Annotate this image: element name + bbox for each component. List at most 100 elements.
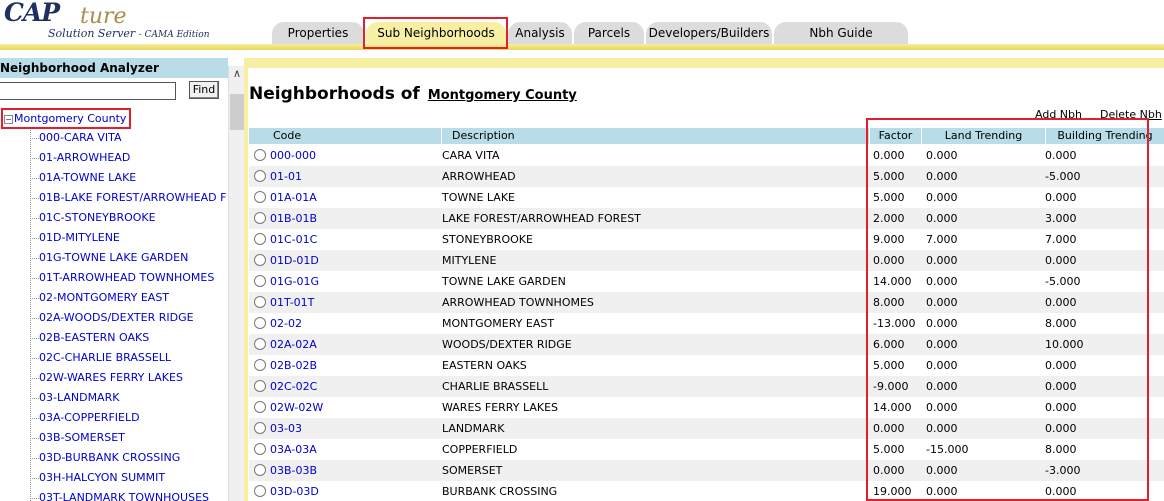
row-radio-button[interactable] xyxy=(254,401,266,413)
tree-item-label[interactable]: 01B-LAKE FOREST/ARROWHEAD F xyxy=(39,191,226,204)
table-row[interactable]: 000-000 CARA VITA 0.000 0.000 0.000 xyxy=(249,145,1164,166)
row-code-link[interactable]: 000-000 xyxy=(270,145,316,166)
row-radio-button[interactable] xyxy=(254,191,266,203)
row-code-link[interactable]: 03A-03A xyxy=(270,439,317,460)
row-radio-button[interactable] xyxy=(254,443,266,455)
col-header-description[interactable]: Description xyxy=(441,128,869,144)
tree-item[interactable]: 01-ARROWHEAD xyxy=(28,148,228,168)
tab-analysis[interactable]: Analysis xyxy=(508,22,572,44)
add-nbh-link[interactable]: Add Nbh xyxy=(1035,108,1082,121)
row-radio-button[interactable] xyxy=(254,233,266,245)
tree-item-label[interactable]: 03H-HALCYON SUMMIT xyxy=(39,471,165,484)
tree-item[interactable]: 03A-COPPERFIELD xyxy=(28,408,228,428)
row-radio-button[interactable] xyxy=(254,380,266,392)
row-radio-button[interactable] xyxy=(254,464,266,476)
table-row[interactable]: 02A-02A WOODS/DEXTER RIDGE 6.000 0.000 10.00… xyxy=(249,334,1164,355)
row-code-link[interactable]: 01T-01T xyxy=(270,292,314,313)
tab-developers-builders[interactable]: Developers/Builders xyxy=(646,22,772,44)
sidebar-scrollbar[interactable]: ∧ xyxy=(228,66,244,501)
col-header-factor[interactable]: Factor xyxy=(869,128,921,144)
tree-item[interactable]: 01D-MITYLENE xyxy=(28,228,228,248)
tree-item-label[interactable]: 01T-ARROWHEAD TOWNHOMES xyxy=(39,271,214,284)
tree-root-label[interactable]: Montgomery County xyxy=(14,112,126,125)
table-row[interactable]: 01D-01D MITYLENE 0.000 0.000 0.000 xyxy=(249,250,1164,271)
row-radio-button[interactable] xyxy=(254,485,266,497)
tree-item-label[interactable]: 01D-MITYLENE xyxy=(39,231,120,244)
tree-item-label[interactable]: 02A-WOODS/DEXTER RIDGE xyxy=(39,311,194,324)
col-header-land-trending[interactable]: Land Trending xyxy=(921,128,1045,144)
table-row[interactable]: 03-03 LANDMARK 0.000 0.000 0.000 xyxy=(249,418,1164,439)
tree-item[interactable]: 01B-LAKE FOREST/ARROWHEAD F xyxy=(28,188,228,208)
table-row[interactable]: 01G-01G TOWNE LAKE GARDEN 14.000 0.000 -5.00… xyxy=(249,271,1164,292)
row-radio-button[interactable] xyxy=(254,338,266,350)
tree-item[interactable]: 02B-EASTERN OAKS xyxy=(28,328,228,348)
tree-item[interactable]: 02W-WARES FERRY LAKES xyxy=(28,368,228,388)
row-code-link[interactable]: 01B-01B xyxy=(270,208,317,229)
row-radio-button[interactable] xyxy=(254,149,266,161)
delete-nbh-link[interactable]: Delete Nbh xyxy=(1100,108,1162,121)
row-radio-button[interactable] xyxy=(254,359,266,371)
tree-item[interactable]: 01G-TOWNE LAKE GARDEN xyxy=(28,248,228,268)
tab-sub-neighborhoods[interactable]: Sub Neighborhoods xyxy=(366,22,506,44)
col-header-code[interactable]: Code xyxy=(249,128,441,144)
tree-item[interactable]: 03D-BURBANK CROSSING xyxy=(28,448,228,468)
tree-item-label[interactable]: 000-CARA VITA xyxy=(39,131,122,144)
table-row[interactable]: 02-02 MONTGOMERY EAST -13.000 0.000 8.000 xyxy=(249,313,1164,334)
row-radio-button[interactable] xyxy=(254,296,266,308)
table-row[interactable]: 02C-02C CHARLIE BRASSELL -9.000 0.000 0.000 xyxy=(249,376,1164,397)
table-row[interactable]: 03A-03A COPPERFIELD 5.000 -15.000 8.000 xyxy=(249,439,1164,460)
tree-item[interactable]: 02-MONTGOMERY EAST xyxy=(28,288,228,308)
scroll-thumb[interactable] xyxy=(230,94,244,130)
table-row[interactable]: 01C-01C STONEYBROOKE 9.000 7.000 7.000 xyxy=(249,229,1164,250)
tree-item-label[interactable]: 01A-TOWNE LAKE xyxy=(39,171,136,184)
table-row[interactable]: 03D-03D BURBANK CROSSING 19.000 0.000 0.000 xyxy=(249,481,1164,501)
row-code-link[interactable]: 02B-02B xyxy=(270,355,317,376)
row-radio-button[interactable] xyxy=(254,275,266,287)
tree-item-label[interactable]: 02W-WARES FERRY LAKES xyxy=(39,371,183,384)
row-code-link[interactable]: 01-01 xyxy=(270,166,302,187)
tree-item-label[interactable]: 01-ARROWHEAD xyxy=(39,151,130,164)
row-code-link[interactable]: 01A-01A xyxy=(270,187,317,208)
tree-item-label[interactable]: 02B-EASTERN OAKS xyxy=(39,331,149,344)
tab-parcels[interactable]: Parcels xyxy=(574,22,644,44)
row-radio-button[interactable] xyxy=(254,170,266,182)
row-radio-button[interactable] xyxy=(254,317,266,329)
row-radio-button[interactable] xyxy=(254,422,266,434)
tree-item-label[interactable]: 01C-STONEYBROOKE xyxy=(39,211,156,224)
find-button[interactable]: Find xyxy=(189,81,219,99)
county-link[interactable]: Montgomery County xyxy=(428,88,577,103)
tab-nbh-guide[interactable]: Nbh Guide xyxy=(774,22,908,44)
table-row[interactable]: 01B-01B LAKE FOREST/ARROWHEAD FOREST 2.000… xyxy=(249,208,1164,229)
tree-item[interactable]: 01A-TOWNE LAKE xyxy=(28,168,228,188)
table-row[interactable]: 02W-02W WARES FERRY LAKES 14.000 0.000 0.000 xyxy=(249,397,1164,418)
row-code-link[interactable]: 02C-02C xyxy=(270,376,317,397)
tree-item[interactable]: 02C-CHARLIE BRASSELL xyxy=(28,348,228,368)
tree-item-label[interactable]: 03T-LANDMARK TOWNHOUSES xyxy=(39,491,209,501)
row-code-link[interactable]: 02W-02W xyxy=(270,397,323,418)
row-code-link[interactable]: 03D-03D xyxy=(270,481,319,501)
table-row[interactable]: 01T-01T ARROWHEAD TOWNHOMES 8.000 0.000 0.00… xyxy=(249,292,1164,313)
tree-item[interactable]: 03B-SOMERSET xyxy=(28,428,228,448)
tree-item[interactable]: 03-LANDMARK xyxy=(28,388,228,408)
tree-item[interactable]: 02A-WOODS/DEXTER RIDGE xyxy=(28,308,228,328)
row-radio-button[interactable] xyxy=(254,212,266,224)
tree-item-label[interactable]: 03-LANDMARK xyxy=(39,391,119,404)
tree-item-label[interactable]: 02C-CHARLIE BRASSELL xyxy=(39,351,171,364)
table-row[interactable]: 01-01 ARROWHEAD 5.000 0.000 -5.000 xyxy=(249,166,1164,187)
table-row[interactable]: 01A-01A TOWNE LAKE 5.000 0.000 0.000 xyxy=(249,187,1164,208)
row-code-link[interactable]: 01D-01D xyxy=(270,250,319,271)
tree-item[interactable]: 01T-ARROWHEAD TOWNHOMES xyxy=(28,268,228,288)
tree-item[interactable]: 01C-STONEYBROOKE xyxy=(28,208,228,228)
row-radio-button[interactable] xyxy=(254,254,266,266)
row-code-link[interactable]: 03B-03B xyxy=(270,460,317,481)
tree-item-label[interactable]: 03A-COPPERFIELD xyxy=(39,411,140,424)
row-code-link[interactable]: 03-03 xyxy=(270,418,302,439)
tree-item-label[interactable]: 03D-BURBANK CROSSING xyxy=(39,451,180,464)
scroll-up-arrow-icon[interactable]: ∧ xyxy=(231,68,243,80)
tab-properties[interactable]: Properties xyxy=(272,22,364,44)
row-code-link[interactable]: 02A-02A xyxy=(270,334,317,355)
tree-item-label[interactable]: 02-MONTGOMERY EAST xyxy=(39,291,169,304)
collapse-minus-icon[interactable]: − xyxy=(4,114,13,124)
col-header-building-trending[interactable]: Building Trending xyxy=(1045,128,1164,144)
table-row[interactable]: 02B-02B EASTERN OAKS 5.000 0.000 0.000 xyxy=(249,355,1164,376)
